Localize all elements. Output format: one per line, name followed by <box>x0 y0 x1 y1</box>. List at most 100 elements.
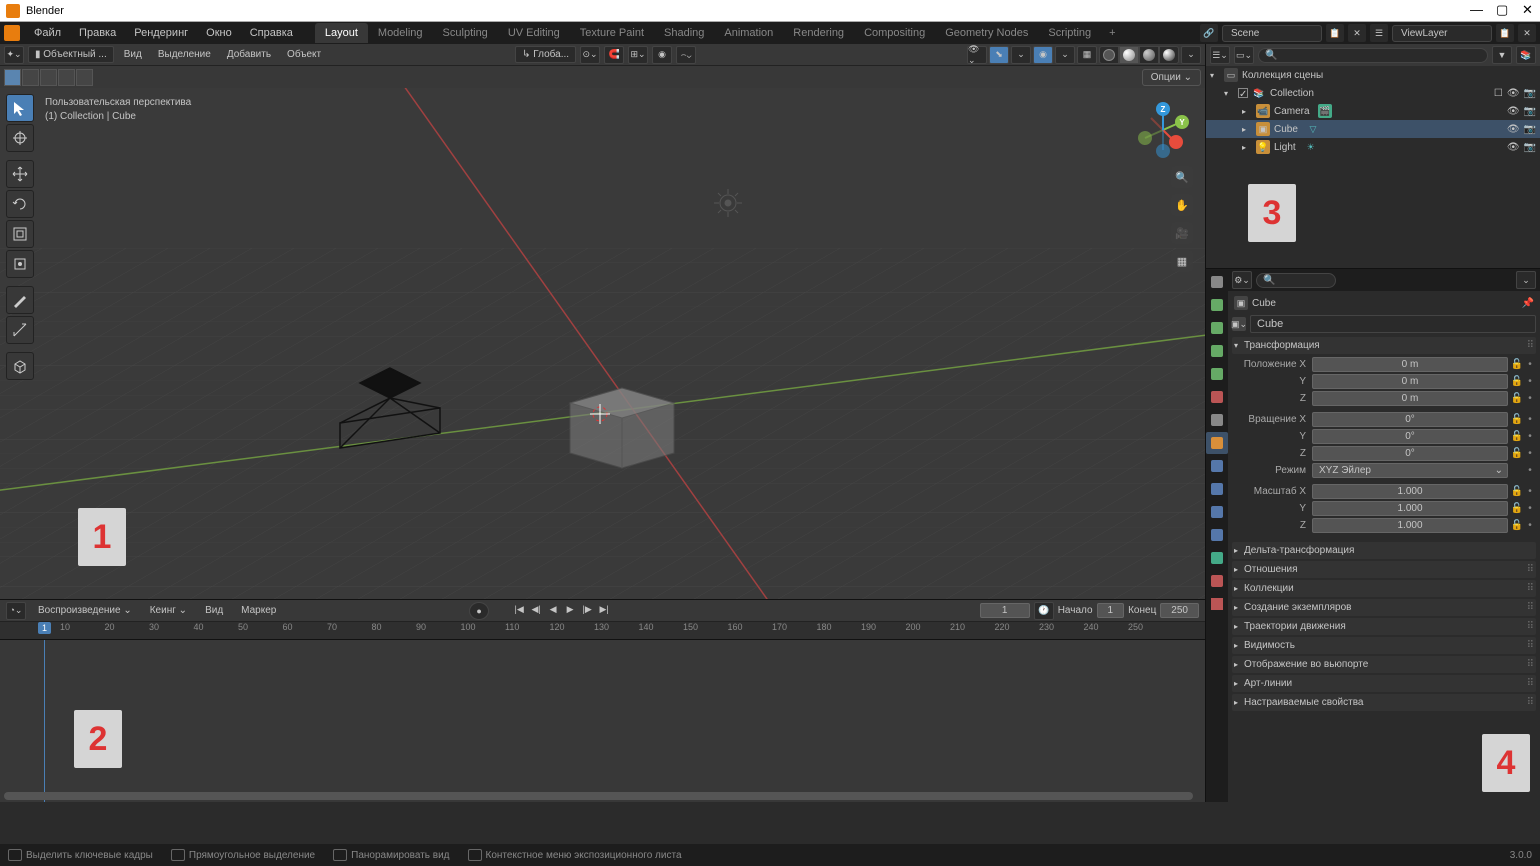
play-forward[interactable]: ▶ <box>562 602 578 618</box>
collection-render-icon[interactable]: 📷 <box>1524 88 1536 99</box>
props-pin-button[interactable]: ⌄ <box>1516 271 1536 289</box>
ptab-modifiers[interactable] <box>1206 455 1228 477</box>
tool-transform[interactable] <box>6 250 34 278</box>
menu-help[interactable]: Справка <box>242 24 301 42</box>
pivot-button[interactable]: ⊙⌄ <box>580 46 600 64</box>
tool-move[interactable] <box>6 160 34 188</box>
ws-tab-shading[interactable]: Shading <box>654 23 714 43</box>
menu-file[interactable]: Файл <box>26 24 69 42</box>
scene-delete-icon[interactable]: ✕ <box>1348 24 1366 42</box>
ptab-viewlayer[interactable] <box>1206 340 1228 362</box>
zoom-icon[interactable]: 🔍 <box>1171 166 1193 188</box>
scale-x-field[interactable]: 1.000 <box>1312 484 1508 499</box>
current-frame-field[interactable]: 1 <box>980 603 1030 618</box>
ws-tab-modeling[interactable]: Modeling <box>368 23 433 43</box>
snap-button[interactable]: 🧲 <box>604 46 624 64</box>
gizmo-toggle[interactable]: ⬊ <box>989 46 1009 64</box>
ptab-render[interactable] <box>1206 294 1228 316</box>
jump-end[interactable]: ▶| <box>596 602 612 618</box>
minimize-button[interactable]: — <box>1470 5 1482 17</box>
ws-tab-rendering[interactable]: Rendering <box>783 23 854 43</box>
gizmo-z-axis[interactable]: Z <box>1156 102 1170 116</box>
shade-solid[interactable] <box>1119 46 1139 64</box>
mode-selector[interactable]: ▮ Объектный ... <box>28 46 114 63</box>
cube-render-icon[interactable]: 📷 <box>1524 124 1536 135</box>
tool-cursor[interactable] <box>6 124 34 152</box>
viewlayer-icon[interactable]: ☰ <box>1370 24 1388 42</box>
camera-eye-icon[interactable]: 👁 <box>1507 106 1520 117</box>
timeline-scrollbar[interactable] <box>4 792 1193 800</box>
menu-edit[interactable]: Правка <box>71 24 124 42</box>
viewlayer-delete-icon[interactable]: ✕ <box>1518 24 1536 42</box>
autokey-button[interactable]: ● <box>469 602 489 620</box>
tool-annotate[interactable] <box>6 286 34 314</box>
loc-z-field[interactable]: 0 m <box>1312 391 1508 406</box>
selmode-1[interactable] <box>4 69 21 86</box>
gizmo-type-button[interactable]: ⌄ <box>1011 46 1031 64</box>
proportional-type-button[interactable]: ⌢⌄ <box>676 46 696 64</box>
outliner-type-button[interactable]: ☰⌄ <box>1210 46 1230 64</box>
overlay-type-button[interactable]: ⌄ <box>1055 46 1075 64</box>
ptab-world[interactable] <box>1206 386 1228 408</box>
panel-collections[interactable]: ▸Коллекции⠿ <box>1232 580 1536 597</box>
scale-y-field[interactable]: 1.000 <box>1312 501 1508 516</box>
selmode-4[interactable] <box>58 69 75 86</box>
proportional-button[interactable]: ◉ <box>652 46 672 64</box>
ptab-tool[interactable] <box>1206 271 1228 293</box>
gizmo-neg-z[interactable] <box>1156 144 1170 158</box>
panel-motionpaths[interactable]: ▸Траектории движения⠿ <box>1232 618 1536 635</box>
ptab-texture[interactable] <box>1206 593 1228 615</box>
timeline-type-button[interactable]: ◔⌄ <box>6 602 26 620</box>
ptab-data[interactable] <box>1206 547 1228 569</box>
ws-tab-texpaint[interactable]: Texture Paint <box>570 23 654 43</box>
visibility-button[interactable]: 👁⌄ <box>967 46 987 64</box>
properties-search[interactable]: 🔍 <box>1256 273 1336 288</box>
lock-icon[interactable]: 🔓 <box>1510 359 1524 370</box>
editor-type-button[interactable]: ✦⌄ <box>4 46 24 64</box>
panel-transform-header[interactable]: ▾Трансформация⠿ <box>1232 337 1536 354</box>
orientation-selector[interactable]: ↳ Глоба... <box>515 46 576 63</box>
pan-icon[interactable]: ✋ <box>1171 194 1193 216</box>
overlay-toggle[interactable]: ◉ <box>1033 46 1053 64</box>
next-keyframe[interactable]: |▶ <box>579 602 595 618</box>
menu-render[interactable]: Рендеринг <box>126 24 196 42</box>
playhead-label[interactable]: 1 <box>38 622 51 634</box>
ws-tab-layout[interactable]: Layout <box>315 23 368 43</box>
light-data-icon[interactable]: ☀ <box>1304 140 1318 154</box>
tl-view[interactable]: Вид <box>199 603 229 618</box>
ptab-output[interactable] <box>1206 317 1228 339</box>
vp-menu-object[interactable]: Объект <box>281 47 327 62</box>
panel-delta[interactable]: ▸Дельта-трансформация <box>1232 542 1536 559</box>
rot-z-field[interactable]: 0° <box>1312 446 1508 461</box>
rot-x-field[interactable]: 0° <box>1312 412 1508 427</box>
collection-checkbox[interactable]: ✓ <box>1238 88 1248 98</box>
gizmo-y-axis[interactable]: Y <box>1175 115 1189 129</box>
ws-tab-uv[interactable]: UV Editing <box>498 23 570 43</box>
outliner-cube-row[interactable]: ▸ ▣ Cube ▽ 👁📷 <box>1206 120 1540 138</box>
gizmo-neg-y[interactable] <box>1138 131 1152 145</box>
end-frame-field[interactable]: 250 <box>1160 603 1199 618</box>
ws-tab-scripting[interactable]: Scripting <box>1038 23 1101 43</box>
camera-render-icon[interactable]: 📷 <box>1524 106 1536 117</box>
props-type-button[interactable]: ⚙⌄ <box>1232 271 1252 289</box>
jump-start[interactable]: |◀ <box>511 602 527 618</box>
ws-tab-sculpting[interactable]: Sculpting <box>433 23 498 43</box>
outliner-display-button[interactable]: ▭⌄ <box>1234 46 1254 64</box>
selmode-2[interactable] <box>22 69 39 86</box>
ws-add-button[interactable]: + <box>1101 23 1123 43</box>
tool-rotate[interactable] <box>6 190 34 218</box>
menu-window[interactable]: Окно <box>198 24 240 42</box>
ws-tab-animation[interactable]: Animation <box>714 23 783 43</box>
selmode-5[interactable] <box>76 69 93 86</box>
shade-rendered[interactable] <box>1159 46 1179 64</box>
object-name-field[interactable]: Cube <box>1250 315 1536 333</box>
ws-tab-compositing[interactable]: Compositing <box>854 23 935 43</box>
rot-y-field[interactable]: 0° <box>1312 429 1508 444</box>
timeline-ruler[interactable]: 1 10203040506070809010011012013014015016… <box>0 622 1205 640</box>
timeline-body[interactable]: 2 <box>0 640 1205 802</box>
panel-lineart[interactable]: ▸Арт-линии⠿ <box>1232 675 1536 692</box>
blender-icon[interactable] <box>4 25 20 41</box>
outliner-search[interactable]: 🔍 <box>1258 48 1488 63</box>
outliner-light-row[interactable]: ▸ 💡 Light ☀ 👁📷 <box>1206 138 1540 156</box>
outliner-collection-row[interactable]: ▾ ✓ 📚 Collection ☐ 👁 📷 <box>1206 84 1540 102</box>
